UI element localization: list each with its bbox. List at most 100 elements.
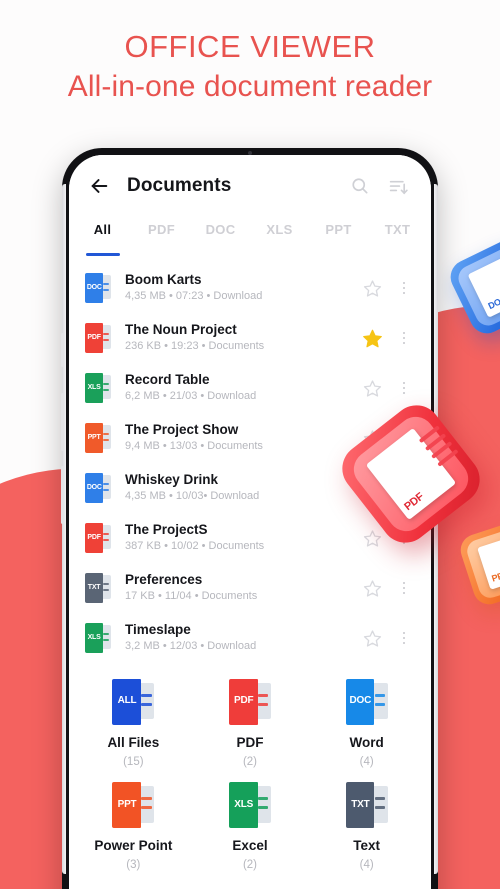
word-category-icon: DOC — [345, 679, 388, 725]
tab-txt-label: TXT — [384, 222, 411, 237]
pdf-file-icon: PDF — [85, 323, 111, 353]
category-label: Excel — [232, 838, 268, 854]
file-info: The ProjectS 387 KB • 10/02 • Documents — [125, 521, 359, 555]
phone-volume-down-button — [61, 466, 64, 524]
phone-silent-switch — [61, 333, 64, 367]
category-label: All Files — [107, 735, 160, 750]
category-type-tag: DOC — [349, 695, 372, 707]
row-overflow-menu-icon[interactable] — [393, 575, 415, 601]
file-meta-text: 387 KB • 10/02 • Documents — [125, 540, 265, 553]
ppt-file-icon: PPT — [85, 423, 111, 453]
phone-left-edge — [62, 184, 66, 874]
star-filled-icon[interactable] — [359, 325, 385, 351]
table-row[interactable]: XLS Record Table 6,2 MB • 21/03 • Downlo… — [69, 363, 431, 413]
tab-all[interactable]: All — [73, 217, 132, 259]
pdf-category-icon: PDF — [228, 679, 271, 725]
tab-xls[interactable]: XLS — [250, 217, 309, 259]
file-type-tag: PDF — [87, 533, 101, 541]
powerpoint-category-icon: PPT — [112, 782, 155, 829]
arrow-left-icon[interactable] — [87, 174, 111, 198]
category-power-point[interactable]: PPT Power Point (3) — [75, 776, 192, 879]
tab-doc[interactable]: DOC — [191, 217, 250, 259]
category-count: (3) — [126, 859, 141, 872]
file-meta-text: 4,35 MB • 10/03• Download — [125, 490, 260, 503]
doc-file-icon: DOC — [85, 473, 111, 503]
app-header-bar: Documents — [69, 155, 431, 217]
tab-active-indicator — [85, 253, 120, 256]
search-icon[interactable] — [347, 173, 373, 199]
category-count: (15) — [123, 756, 144, 769]
file-meta-text: 9,4 MB • 13/03 • Documents — [125, 440, 263, 453]
category-type-tag: PPT — [117, 798, 137, 810]
file-type-tag: DOC — [86, 283, 102, 291]
promo-subtitle: All-in-one document reader — [67, 69, 433, 103]
doc-tile-sheet: DOC — [467, 256, 500, 318]
xls-file-icon: XLS — [85, 623, 111, 653]
ppt-tile-sheet: PPT — [476, 535, 500, 591]
promo-headline: OFFICE VIEWER All-in-one document reader — [0, 28, 500, 107]
file-name: Preferences — [125, 571, 203, 587]
phone-volume-up-button — [61, 393, 64, 451]
file-name: Whiskey Drink — [125, 471, 219, 487]
category-type-tag: ALL — [117, 695, 137, 707]
category-text[interactable]: TXT Text (4) — [308, 776, 425, 879]
tab-txt[interactable]: TXT — [368, 217, 427, 259]
file-info: Record Table 6,2 MB • 21/03 • Download — [125, 371, 359, 405]
file-type-tag: TXT — [87, 583, 101, 591]
category-count: (4) — [359, 859, 374, 872]
category-excel[interactable]: XLS Excel (2) — [192, 776, 309, 879]
category-count: (2) — [242, 756, 258, 769]
file-type-tag: DOC — [86, 483, 102, 491]
tab-all-label: All — [93, 222, 112, 237]
table-row[interactable]: DOC Boom Karts 4,35 MB • 07:23 • Downloa… — [69, 263, 431, 313]
category-count: (4) — [359, 756, 374, 769]
file-info: Boom Karts 4,35 MB • 07:23 • Download — [125, 271, 359, 305]
star-outline-icon[interactable] — [359, 275, 385, 301]
pdf-tile-label: PDF — [402, 490, 427, 513]
table-row[interactable]: PDF The Noun Project 236 KB • 19:23 • Do… — [69, 313, 431, 363]
file-name: Boom Karts — [125, 271, 202, 287]
star-outline-icon[interactable] — [359, 375, 385, 401]
doc-file-icon: DOC — [85, 273, 111, 303]
tab-pdf[interactable]: PDF — [132, 217, 191, 259]
row-overflow-menu-icon[interactable] — [393, 275, 415, 301]
file-type-tag: PPT — [87, 433, 101, 441]
category-word[interactable]: DOC Word (4) — [308, 673, 425, 776]
file-name: Record Table — [125, 371, 210, 387]
phone-right-edge — [434, 184, 438, 874]
star-outline-icon[interactable] — [359, 575, 385, 601]
row-overflow-menu-icon[interactable] — [393, 375, 415, 401]
file-meta-text: 6,2 MB • 21/03 • Download — [125, 390, 257, 403]
star-outline-icon[interactable] — [359, 525, 385, 551]
txt-file-icon: TXT — [85, 573, 111, 603]
file-meta-text: 236 KB • 19:23 • Documents — [125, 340, 265, 353]
all-files-icon: ALL — [112, 679, 155, 725]
file-name: The Noun Project — [125, 321, 237, 337]
table-row[interactable]: XLS Timeslape 3,2 MB • 12/03 • Download — [69, 613, 431, 663]
doc-tile-label: DOC — [486, 293, 500, 312]
row-overflow-menu-icon[interactable] — [393, 325, 415, 351]
sort-descending-icon[interactable] — [385, 173, 411, 199]
text-category-icon: TXT — [345, 782, 388, 829]
table-row[interactable]: TXT Preferences 17 KB • 11/04 • Document… — [69, 563, 431, 613]
file-info: Timeslape 3,2 MB • 12/03 • Download — [125, 621, 359, 655]
file-type-tag: XLS — [87, 383, 101, 391]
category-type-tag: PDF — [233, 695, 254, 707]
category-pdf[interactable]: PDF PDF (2) — [192, 673, 309, 776]
tab-ppt[interactable]: PPT — [309, 217, 368, 259]
excel-category-icon: XLS — [228, 782, 271, 829]
file-info: Preferences 17 KB • 11/04 • Documents — [125, 571, 359, 605]
xls-file-icon: XLS — [85, 373, 111, 403]
category-label: Word — [349, 735, 384, 750]
file-meta-text: 3,2 MB • 12/03 • Download — [125, 640, 257, 653]
row-overflow-menu-icon[interactable] — [393, 625, 415, 651]
file-name: The ProjectS — [125, 521, 208, 537]
star-outline-icon[interactable] — [359, 625, 385, 651]
category-type-tag: XLS — [234, 798, 254, 810]
tab-pdf-label: PDF — [148, 222, 175, 237]
pdf-file-icon: PDF — [85, 523, 111, 553]
tab-xls-label: XLS — [266, 222, 293, 237]
file-info: The Project Show 9,4 MB • 13/03 • Docume… — [125, 421, 359, 455]
category-all-files[interactable]: ALL All Files (15) — [75, 673, 192, 776]
file-type-tab-bar: All PDF DOC XLS PPT TXT — [69, 217, 431, 259]
